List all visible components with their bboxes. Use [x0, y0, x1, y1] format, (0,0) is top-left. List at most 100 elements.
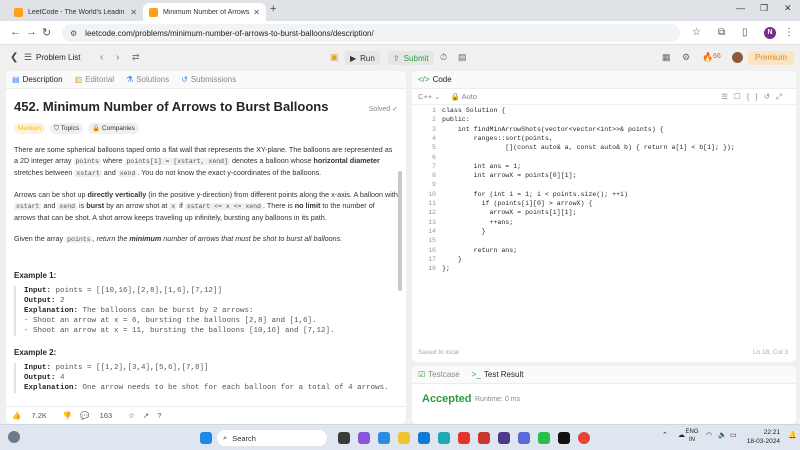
description-scrollbar[interactable]: [398, 171, 402, 291]
debug-icon[interactable]: ▣: [330, 52, 339, 63]
notifications-icon[interactable]: 🔔: [788, 431, 797, 439]
mail-app-icon[interactable]: [418, 432, 430, 444]
close-tab-icon[interactable]: ✕: [130, 8, 137, 17]
text: . You do not know the exact y-coordinate…: [137, 168, 322, 177]
tab-testcase[interactable]: ☑ Testcase: [418, 370, 460, 379]
tab-submissions[interactable]: ↺ Submissions: [181, 75, 236, 84]
extensions-icon[interactable]: ⧉: [718, 27, 725, 38]
saved-status: Saved to local: [418, 349, 459, 356]
code-line: int ans = 1;: [442, 162, 522, 170]
wifi-icon[interactable]: ◠: [706, 431, 712, 439]
inline-code: points[i] = [xstart, xend]: [124, 158, 230, 165]
editor-actions-icon[interactable]: ☰☐{}↺⤢: [721, 92, 788, 102]
reload-icon[interactable]: ↻: [42, 26, 51, 39]
help-icon[interactable]: ?: [157, 411, 161, 420]
code-line: return ans;: [442, 246, 518, 254]
task-view-icon[interactable]: [338, 432, 350, 444]
chrome-icon[interactable]: [578, 432, 590, 444]
battery-icon[interactable]: ▭: [730, 431, 737, 439]
example-2-heading: Example 2:: [14, 348, 57, 357]
autocomplete-toggle[interactable]: 🔒 Auto: [451, 92, 477, 101]
language-select[interactable]: C++ ⌄: [418, 92, 441, 101]
companies-chip[interactable]: 🔒 Companies: [88, 123, 139, 134]
layout-icon[interactable]: ▦: [662, 52, 671, 63]
run-button[interactable]: ▶ Run: [345, 51, 380, 65]
app-icon-red[interactable]: [458, 432, 470, 444]
text: is: [79, 201, 85, 210]
side-panel-icon[interactable]: ▯: [742, 27, 748, 38]
streak-fire-icon[interactable]: 🔥: [702, 52, 713, 63]
share-icon[interactable]: ↗: [143, 411, 149, 420]
bookmark-star-icon[interactable]: ☆: [692, 27, 701, 38]
topics-chip[interactable]: ⛉ Topics: [50, 123, 84, 134]
like-button[interactable]: 👍 7.2K: [12, 411, 55, 420]
browser-tab-leetcode[interactable]: LeetCode - The World's Leadin ✕: [8, 3, 143, 21]
comments-button[interactable]: 💬 163: [80, 411, 120, 420]
shuffle-icon[interactable]: ⇄: [132, 52, 140, 63]
file-explorer-icon[interactable]: [398, 432, 410, 444]
app-icon-purple[interactable]: [498, 432, 510, 444]
clock[interactable]: 22:21 18-03-2024: [746, 428, 780, 446]
description-paragraph-3: Given the array points, return the minim…: [14, 233, 398, 245]
code-brackets-icon: </>: [418, 75, 430, 84]
chat-app-icon[interactable]: [358, 432, 370, 444]
result-status: Accepted: [422, 393, 472, 405]
address-bar[interactable]: ⚙ leetcode.com/problems/minimum-number-o…: [62, 24, 680, 42]
whatsapp-icon[interactable]: [538, 432, 550, 444]
line-number: 18: [428, 265, 436, 273]
app-icon-blue[interactable]: [518, 432, 530, 444]
back-icon[interactable]: ←: [10, 26, 21, 38]
profile-avatar[interactable]: N: [764, 27, 776, 39]
streak-count: 66: [713, 53, 721, 60]
tab-code[interactable]: </> Code: [418, 75, 452, 84]
forward-icon[interactable]: →: [26, 26, 37, 38]
premium-button[interactable]: Premium: [748, 51, 795, 65]
problem-list-link[interactable]: Problem List: [36, 53, 80, 62]
close-tab-icon[interactable]: ✕: [253, 8, 260, 17]
app-icon-m[interactable]: [478, 432, 490, 444]
leetcode-logo-icon[interactable]: ❮: [10, 52, 18, 63]
site-info-icon[interactable]: ⚙: [70, 29, 77, 38]
bold-text: horizontal diameter: [313, 156, 380, 165]
text: denotes a balloon whose: [231, 156, 312, 165]
description-paragraph-1: There are some spherical balloons taped …: [14, 144, 398, 179]
amazon-icon[interactable]: [558, 432, 570, 444]
close-window-icon[interactable]: ✕: [784, 3, 792, 14]
chrome-menu-icon[interactable]: ⋮: [784, 27, 794, 38]
new-tab-button[interactable]: +: [270, 3, 276, 15]
windows-start-icon[interactable]: [200, 432, 212, 444]
tray-overflow-icon[interactable]: ⌃: [662, 431, 668, 439]
store-icon[interactable]: [438, 432, 450, 444]
prev-problem-icon[interactable]: ‹: [100, 52, 103, 63]
notes-icon[interactable]: ▤: [458, 52, 467, 63]
edge-icon[interactable]: [378, 432, 390, 444]
dislike-icon[interactable]: 👎: [63, 411, 72, 420]
settings-gear-icon[interactable]: ⚙: [682, 52, 690, 63]
description-paragraph-2: Arrows can be shot up directly verticall…: [14, 189, 398, 223]
difficulty-chip: Medium: [14, 123, 46, 134]
taskbar-search[interactable]: ⌕ Search: [217, 430, 327, 446]
code-editor-panel: </> Code C++ ⌄ 🔒 Auto ☰☐{}↺⤢ 1 class Solut…: [412, 71, 796, 362]
weather-icon[interactable]: [8, 431, 20, 443]
favorite-star-icon[interactable]: ☆: [128, 411, 135, 420]
browser-tab-problem[interactable]: Minimum Number of Arrows to ✕: [143, 3, 266, 21]
tab-description[interactable]: ▤ Description: [12, 75, 63, 84]
next-problem-icon[interactable]: ›: [116, 52, 119, 63]
bold-text: burst: [86, 201, 105, 210]
submit-button[interactable]: ⇪ Submit: [388, 51, 434, 65]
timer-icon[interactable]: ⏱: [440, 52, 447, 63]
volume-icon[interactable]: 🔈: [718, 431, 727, 439]
minimize-icon[interactable]: —: [736, 3, 745, 13]
inline-code: xstart: [74, 170, 102, 177]
inline-code: xstart <= x <= xend: [184, 203, 263, 210]
cursor-position: Ln 18, Col 3: [752, 349, 788, 356]
user-avatar[interactable]: [732, 52, 743, 63]
search-icon: ⌕: [223, 433, 228, 442]
line-number: 14: [428, 227, 436, 235]
language-indicator[interactable]: ENG IN: [682, 428, 702, 444]
text: by an arrow shot at: [106, 201, 168, 210]
maximize-icon[interactable]: ❐: [760, 3, 768, 14]
tab-editorial[interactable]: ▥ Editorial: [75, 75, 114, 84]
tab-solutions[interactable]: ⚗ Solutions: [126, 75, 169, 84]
tab-test-result[interactable]: >_ Test Result: [472, 370, 524, 379]
